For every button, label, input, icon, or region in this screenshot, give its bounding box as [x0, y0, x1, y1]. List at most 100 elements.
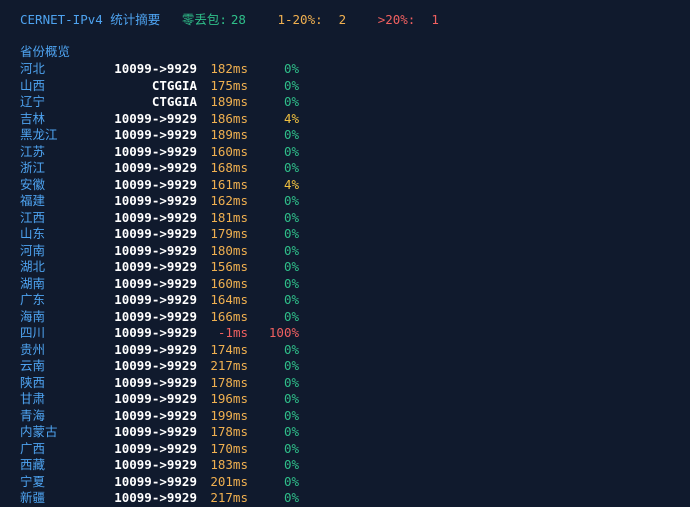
list-item: 广东 10099->9929 164ms 0% — [0, 292, 690, 309]
list-item: 山东 10099->9929 179ms 0% — [0, 226, 690, 243]
loss-value: 0% — [283, 341, 299, 357]
route-path: 10099->9929 — [114, 341, 197, 357]
route-path: 10099->9929 — [114, 143, 197, 159]
loss-value: 0% — [283, 143, 299, 159]
province-name: 辽宁 — [20, 94, 46, 109]
list-item: 广西 10099->9929 170ms 0% — [0, 441, 690, 458]
loss-value: 0% — [283, 424, 299, 439]
list-item: 浙江 10099->9929 168ms 0% — [0, 160, 690, 177]
list-item: 福建 10099->9929 162ms 0% — [0, 193, 690, 210]
loss-value: 0% — [283, 193, 299, 208]
latency-value: 175ms — [210, 77, 248, 93]
province-name: 安徽 — [20, 176, 46, 192]
latency-value: 164ms — [210, 292, 248, 307]
loss-value: 0% — [283, 275, 299, 291]
list-item: 黑龙江 10099->9929 189ms 0% — [0, 127, 690, 144]
province-name: 吉林 — [20, 110, 46, 126]
list-item: 江西 10099->9929 181ms 0% — [0, 210, 690, 227]
loss-value: 0% — [283, 490, 299, 505]
list-item: 吉林 10099->9929 186ms 4% — [0, 111, 690, 128]
latency-value: 162ms — [210, 193, 248, 208]
route-path: 10099->9929 — [114, 127, 197, 142]
latency-value: 201ms — [210, 473, 248, 489]
route-path: 10099->9929 — [114, 259, 197, 274]
loss-value: 0% — [283, 77, 299, 93]
latency-value: 189ms — [210, 127, 248, 142]
province-name: 河北 — [20, 61, 46, 76]
route-path: 10099->9929 — [114, 325, 197, 340]
province-name: 新疆 — [20, 490, 46, 505]
list-item: 新疆 10099->9929 217ms 0% — [0, 490, 690, 507]
province-list: 河北 10099->9929 182ms 0% 山西 CTGGIA 175ms 0% 辽宁 CTG… — [0, 61, 690, 507]
province-name: 贵州 — [20, 341, 46, 357]
list-item: 宁夏 10099->9929 201ms 0% — [0, 474, 690, 491]
list-item: 甘肃 10099->9929 196ms 0% — [0, 391, 690, 408]
route-path: 10099->9929 — [114, 275, 197, 291]
province-name: 福建 — [20, 193, 46, 208]
list-item: 贵州 10099->9929 174ms 0% — [0, 342, 690, 359]
route-path: CTGGIA — [151, 77, 197, 93]
list-item: 西藏 10099->9929 183ms 0% — [0, 457, 690, 474]
latency-value: 182ms — [210, 61, 248, 76]
route-path: 10099->9929 — [114, 176, 197, 192]
province-name: 浙江 — [20, 160, 46, 175]
terminal-output: CERNET-IPv4 统计摘要 零丢包: 28 1-20%: 2 >20%: 1 省… — [0, 0, 690, 505]
loss-value: 0% — [283, 457, 299, 472]
loss-value: 0% — [283, 391, 299, 406]
latency-value: 179ms — [210, 226, 248, 241]
loss-value: 4% — [283, 110, 299, 126]
list-item: 云南 10099->9929 217ms 0% — [0, 358, 690, 375]
list-item: 辽宁 CTGGIA 189ms 0% — [0, 94, 690, 111]
list-item: 安徽 10099->9929 161ms 4% — [0, 177, 690, 194]
province-name: 河南 — [20, 242, 46, 258]
list-item: 青海 10099->9929 199ms 0% — [0, 408, 690, 425]
zero-loss-stat: 零丢包: 28 — [182, 11, 246, 28]
province-name: 江苏 — [20, 143, 46, 159]
latency-value: 217ms — [210, 358, 248, 373]
latency-value: 189ms — [210, 94, 248, 109]
latency-value: 217ms — [210, 490, 248, 505]
loss-value: 0% — [283, 259, 299, 274]
loss-value: 0% — [283, 440, 299, 456]
province-name: 海南 — [20, 308, 46, 324]
province-name: 甘肃 — [20, 391, 46, 406]
section-title: 省份概览 — [20, 44, 71, 59]
province-name: 湖南 — [20, 275, 46, 291]
route-path: 10099->9929 — [114, 407, 197, 423]
loss-value: 0% — [283, 94, 299, 109]
province-name: 西藏 — [20, 457, 46, 472]
route-path: 10099->9929 — [114, 391, 197, 406]
route-path: 10099->9929 — [114, 424, 197, 439]
latency-value: 178ms — [210, 424, 248, 439]
zero-loss-label: 零丢包: — [181, 12, 227, 27]
province-name: 江西 — [20, 209, 46, 225]
route-path: CTGGIA — [151, 94, 197, 109]
route-path: 10099->9929 — [114, 292, 197, 307]
route-path: 10099->9929 — [114, 473, 197, 489]
latency-value: -1ms — [217, 325, 248, 340]
province-name: 山东 — [20, 226, 46, 241]
province-name: 广西 — [20, 440, 46, 456]
province-name: 山西 — [20, 77, 46, 93]
province-name: 黑龙江 — [20, 127, 58, 142]
list-item: 内蒙古 10099->9929 178ms 0% — [0, 424, 690, 441]
province-name: 湖北 — [20, 259, 46, 274]
route-path: 10099->9929 — [114, 242, 197, 258]
loss-value: 100% — [268, 325, 299, 340]
loss-value: 0% — [283, 226, 299, 241]
latency-value: 166ms — [210, 308, 248, 324]
route-path: 10099->9929 — [114, 358, 197, 373]
latency-value: 180ms — [210, 242, 248, 258]
high-loss-stat: >20%: 1 — [378, 11, 439, 28]
low-loss-count: 2 — [338, 12, 347, 27]
loss-value: 0% — [283, 209, 299, 225]
list-item: 湖北 10099->9929 156ms 0% — [0, 259, 690, 276]
province-name: 青海 — [20, 407, 46, 423]
loss-value: 0% — [283, 160, 299, 175]
low-loss-stat: 1-20%: 2 — [277, 11, 346, 28]
loss-value: 0% — [283, 292, 299, 307]
latency-value: 168ms — [210, 160, 248, 175]
loss-value: 0% — [283, 407, 299, 423]
province-name: 宁夏 — [20, 473, 46, 489]
latency-value: 199ms — [210, 407, 248, 423]
